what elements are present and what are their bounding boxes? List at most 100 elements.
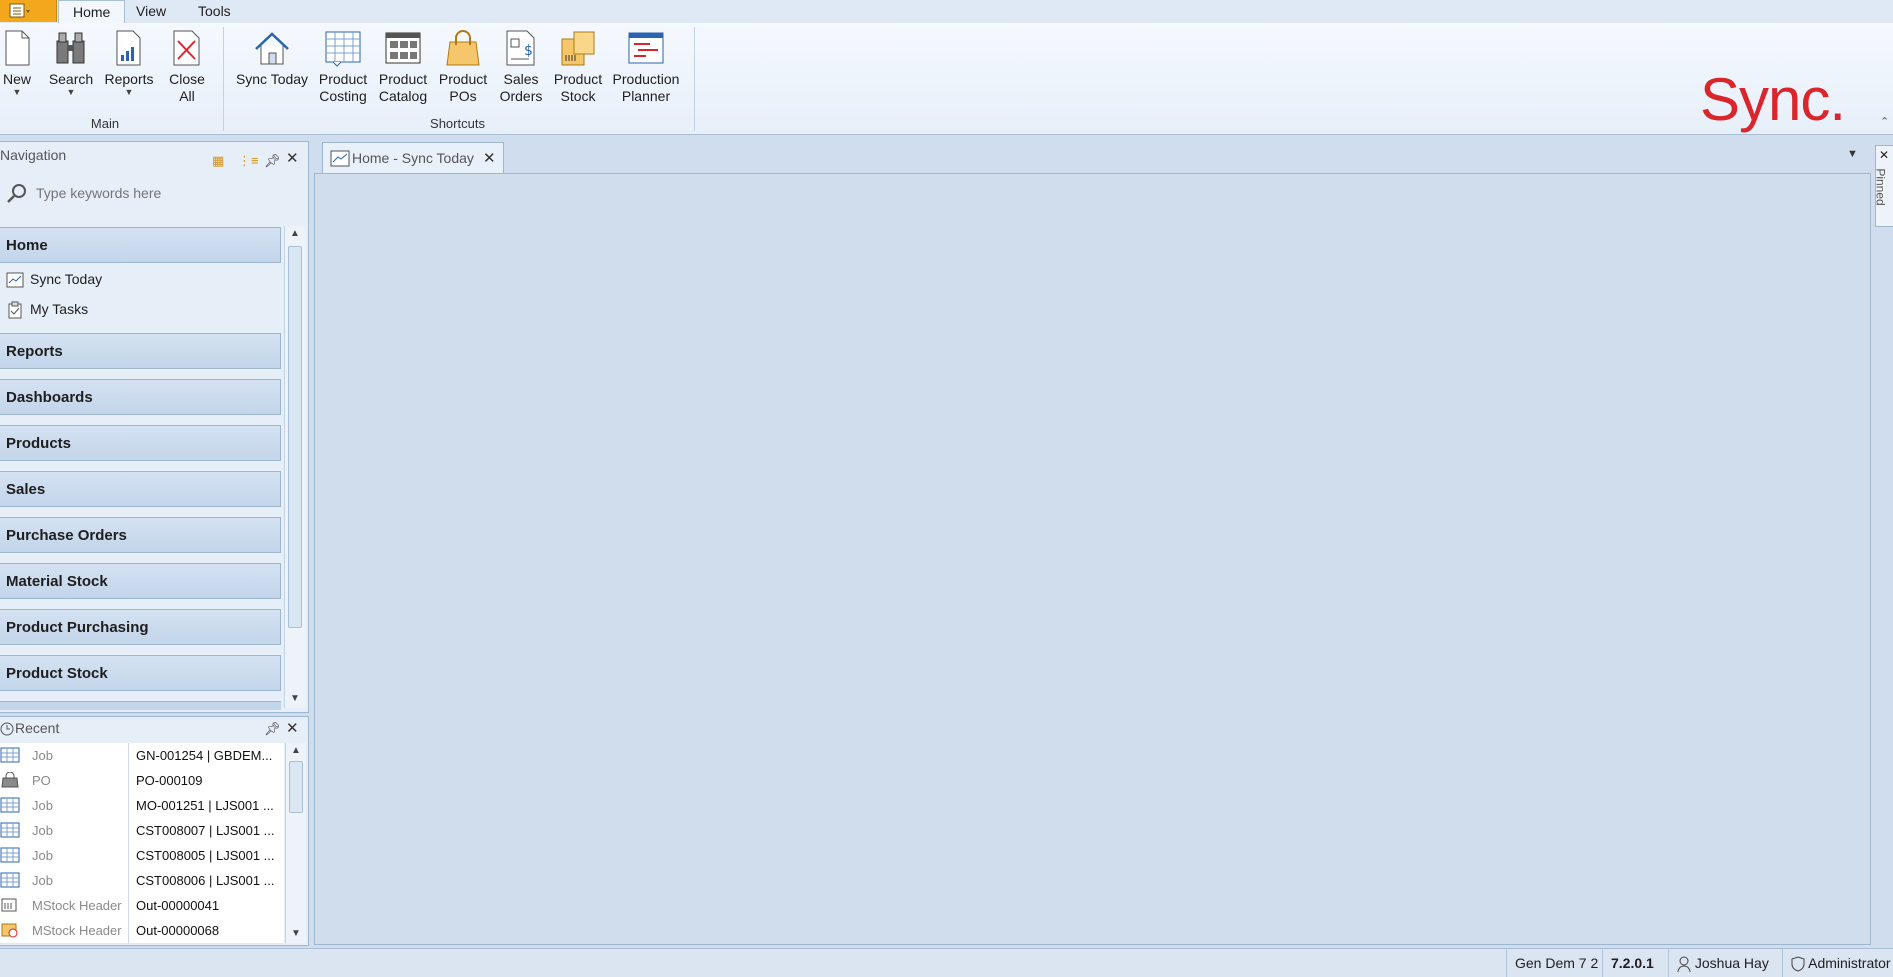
scroll-up-icon[interactable]: ▲	[290, 228, 300, 239]
close-icon[interactable]: ✕	[286, 719, 299, 737]
home-icon	[255, 32, 289, 65]
chart-icon	[6, 272, 24, 288]
pinned-panel-tab[interactable]: ✕ Pinned	[1873, 145, 1893, 227]
close-all-icon	[173, 30, 200, 66]
search-button[interactable]: Search ▼	[48, 29, 94, 97]
app-menu-icon	[9, 3, 30, 18]
tab-home[interactable]: Home	[58, 0, 126, 24]
product-stock-button[interactable]: Product Stock	[552, 29, 604, 105]
pinned-label: Pinned	[1873, 168, 1888, 206]
bag-icon	[1, 772, 19, 788]
pin-icon[interactable]: 📌︎	[264, 721, 281, 737]
scroll-down-icon[interactable]: ▼	[291, 928, 301, 939]
collapse-ribbon-icon[interactable]: ⌃	[1880, 115, 1889, 128]
recent-row[interactable]: MStock Header Out-00000041	[0, 893, 284, 919]
document-tab-label: Home - Sync Today	[352, 150, 474, 166]
nav-section-sales[interactable]: Sales	[0, 471, 281, 507]
scroll-thumb[interactable]	[289, 761, 303, 813]
nav-scrollbar[interactable]: ▲ ▼	[284, 226, 305, 708]
navigation-header: Navigation ▦ ⋮≡ 📌︎ ✕	[0, 142, 308, 168]
status-role[interactable]: Administrator	[1782, 949, 1893, 977]
stock-header-icon	[1, 898, 17, 912]
document-list-dropdown-icon[interactable]: ▼	[1847, 148, 1858, 160]
recent-title: Recent	[15, 720, 60, 736]
clock-icon	[0, 722, 14, 736]
search-input[interactable]	[34, 181, 278, 205]
nav-section-product-purchasing[interactable]: Product Purchasing	[0, 609, 281, 645]
recent-scrollbar[interactable]: ▲ ▼	[285, 743, 306, 943]
recent-row[interactable]: MStock Header Out-00000068	[0, 918, 284, 944]
status-bar: Gen Dem 7 2 7.2.0.1 Joshua Hay Administr…	[0, 948, 1893, 977]
report-icon	[116, 30, 141, 66]
layout-icon[interactable]: ▦	[212, 148, 224, 174]
job-grid-icon	[0, 797, 20, 813]
sync-logo: Sync.	[1700, 66, 1846, 133]
new-button[interactable]: New ▼	[0, 29, 34, 97]
group-label-shortcuts: Shortcuts	[430, 116, 485, 131]
reports-button[interactable]: Reports ▼	[104, 29, 154, 97]
recent-header: Recent 📌︎ ✕	[0, 717, 308, 741]
recent-row[interactable]: Job CST008007 | LJS001 ...	[0, 818, 284, 844]
nav-item-sync-today[interactable]: Sync Today	[6, 266, 102, 292]
sales-orders-button[interactable]: $ Sales Orders	[494, 29, 548, 105]
catalog-icon	[385, 32, 421, 64]
tab-view[interactable]: View	[122, 0, 180, 22]
tree-icon[interactable]: ⋮≡	[238, 148, 259, 174]
job-grid-icon	[0, 747, 20, 763]
document-area	[314, 173, 1871, 945]
stock-boxes-icon	[561, 31, 595, 66]
job-grid-icon	[0, 872, 20, 888]
tab-tools[interactable]: Tools	[184, 0, 245, 22]
scroll-down-icon[interactable]: ▼	[290, 693, 300, 704]
sales-order-icon: $	[506, 30, 535, 66]
pin-icon[interactable]: 📌︎	[264, 148, 281, 174]
stock-header-icon	[1, 923, 18, 938]
document-tab-home[interactable]: Home - Sync Today ✕	[322, 142, 504, 174]
planner-icon	[628, 32, 664, 64]
recent-row[interactable]: Job MO-001251 | LJS001 ...	[0, 793, 284, 819]
recent-list: Job GN-001254 | GBDEM... PO PO-000109 Job M…	[0, 743, 284, 944]
scroll-thumb[interactable]	[288, 246, 302, 628]
nav-section-dashboards[interactable]: Dashboards	[0, 379, 281, 415]
close-all-button[interactable]: Close All	[166, 29, 208, 105]
application-menu-button[interactable]	[0, 0, 57, 22]
ribbon-tab-bar: Home View Tools	[0, 0, 1893, 24]
status-database: Gen Dem 7 2	[1506, 949, 1606, 977]
search-icon	[7, 184, 26, 203]
nav-section-products[interactable]: Products	[0, 425, 281, 461]
recent-panel: Recent 📌︎ ✕ Job GN-001254 | GBDEM... PO PO…	[0, 716, 309, 946]
clipboard-icon	[8, 301, 22, 319]
dropdown-arrow-icon: ▼	[12, 87, 22, 97]
product-costing-button[interactable]: Product Costing	[316, 29, 370, 105]
production-planner-button[interactable]: Production Planner	[610, 29, 682, 105]
recent-row[interactable]: PO PO-000109	[0, 768, 284, 794]
nav-section-product-stock[interactable]: Product Stock	[0, 655, 281, 691]
recent-row[interactable]: Job CST008006 | LJS001 ...	[0, 868, 284, 894]
dropdown-arrow-icon: ▼	[66, 87, 76, 97]
job-grid-icon	[0, 822, 20, 838]
dropdown-arrow-icon: ▼	[124, 87, 134, 97]
status-user[interactable]: Joshua Hay	[1668, 949, 1777, 977]
ribbon: New ▼ Search ▼ Reports ▼ Close All Main …	[0, 23, 1893, 135]
product-pos-button[interactable]: Product POs	[436, 29, 490, 105]
close-icon[interactable]: ✕	[286, 146, 299, 172]
recent-row[interactable]: Job GN-001254 | GBDEM...	[0, 743, 284, 769]
sync-today-button[interactable]: Sync Today	[234, 29, 310, 88]
close-icon[interactable]: ✕	[1879, 148, 1889, 162]
navigation-search[interactable]	[0, 178, 280, 208]
shopping-bag-icon	[446, 30, 480, 66]
nav-section-reports[interactable]: Reports	[0, 333, 281, 369]
group-label-main: Main	[90, 116, 120, 131]
job-grid-icon	[0, 847, 20, 863]
navigation-panel: Navigation ▦ ⋮≡ 📌︎ ✕ Home Sync Today My …	[0, 141, 309, 713]
navigation-title: Navigation	[0, 147, 67, 163]
recent-row[interactable]: Job CST008005 | LJS001 ...	[0, 843, 284, 869]
status-version: 7.2.0.1	[1602, 949, 1662, 977]
scroll-up-icon[interactable]: ▲	[291, 745, 301, 756]
product-catalog-button[interactable]: Product Catalog	[376, 29, 430, 105]
nav-section-material-stock[interactable]: Material Stock	[0, 563, 281, 599]
nav-section-home[interactable]: Home	[0, 227, 281, 263]
nav-section-purchase-orders[interactable]: Purchase Orders	[0, 517, 281, 553]
nav-item-my-tasks[interactable]: My Tasks	[6, 296, 88, 322]
close-tab-icon[interactable]: ✕	[483, 143, 496, 174]
